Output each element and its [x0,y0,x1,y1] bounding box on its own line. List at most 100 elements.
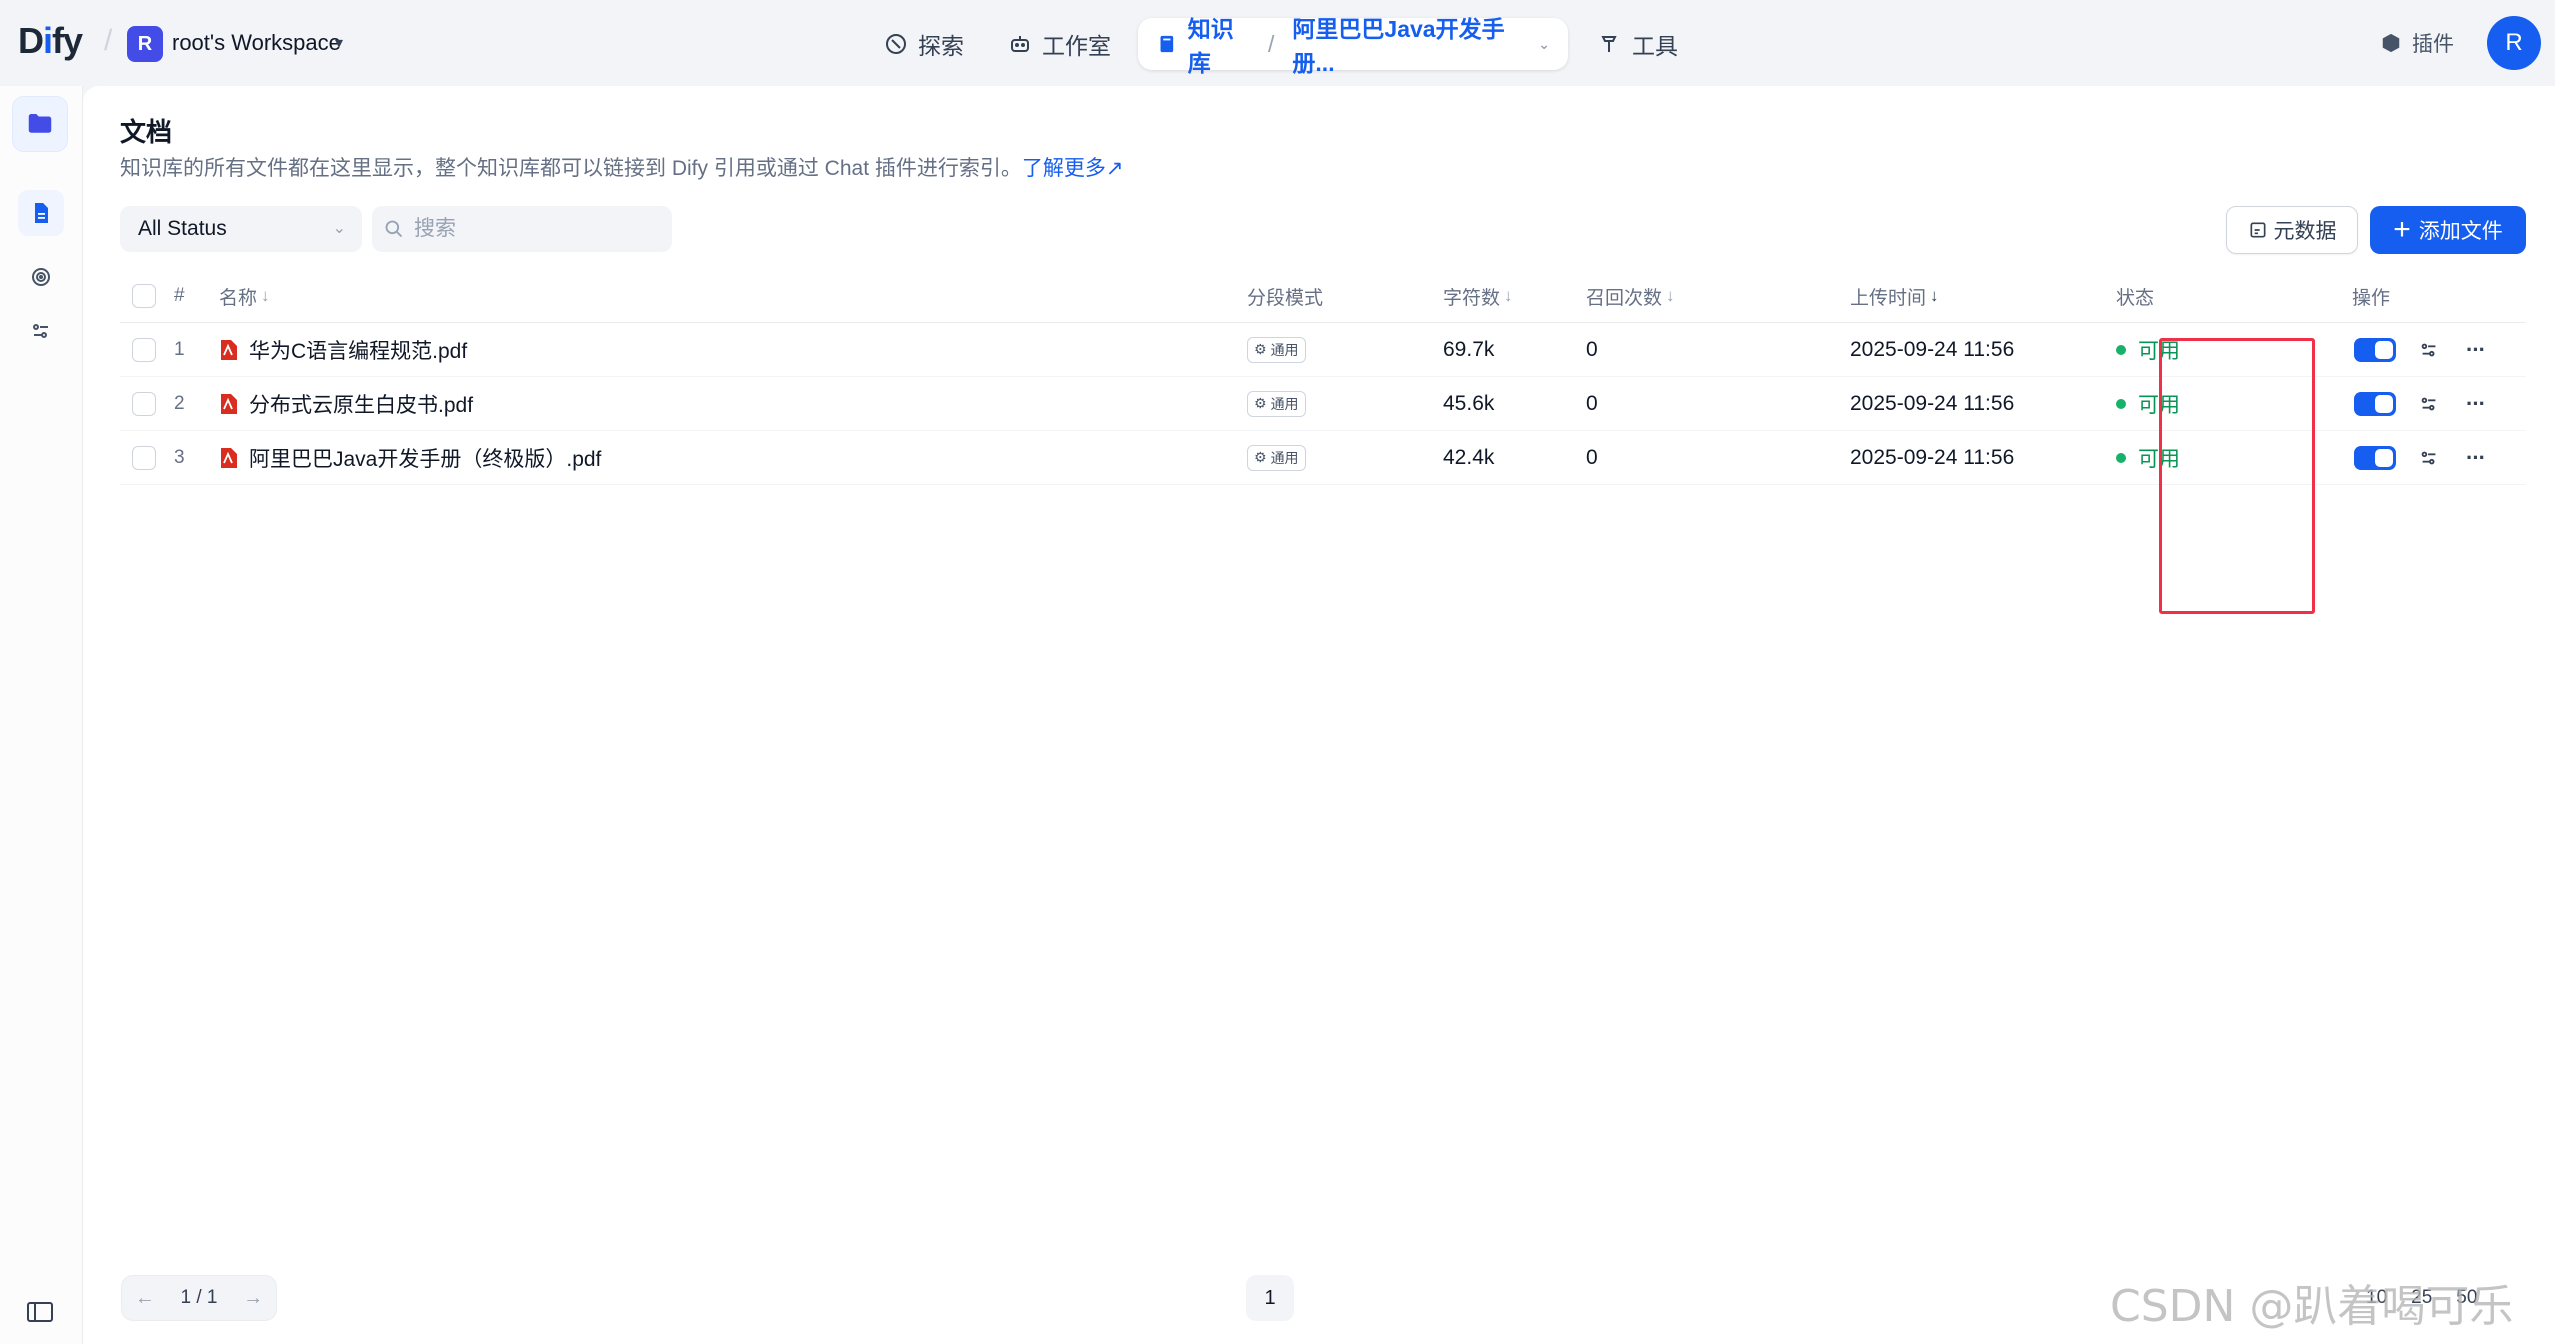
dataset-selector[interactable]: 阿里巴巴Java开发手册... [1292,10,1522,78]
search-icon [385,220,403,238]
add-file-button[interactable]: + 添加文件 [2370,206,2526,254]
status-filter-select[interactable]: All Status ⌄ [120,206,362,252]
col-index: # [174,285,185,306]
external-link-icon: ↗ [1105,157,1124,180]
nav-explore[interactable]: 探索 [884,22,964,66]
enable-toggle[interactable] [2354,391,2396,416]
more-options-icon[interactable]: ··· [2466,377,2486,430]
sidebar-item-hit-testing[interactable] [18,254,64,300]
search-input[interactable]: 搜索 [372,206,672,252]
document-name[interactable]: 阿里巴巴Java开发手册（终极版）.pdf [219,431,601,484]
settings-sliders-icon[interactable] [2418,339,2440,361]
next-page-arrow-icon[interactable]: → [243,1287,263,1310]
sort-arrow-icon: ↓ [1504,286,1513,305]
hit-count: 0 [1586,337,1598,361]
page-number-button[interactable]: 1 [1246,1275,1294,1321]
dify-logo[interactable]: Dify [18,20,83,62]
col-status: 状态 [2116,287,2155,309]
cube-icon [2382,33,2400,53]
nav-knowledge[interactable]: 知识库 / 阿里巴巴Java开发手册... ⌄ [1138,16,1568,76]
workspace-name[interactable]: root's Workspace [172,30,341,56]
status-dot-icon [2116,452,2126,463]
dataset-icon-tile[interactable] [12,96,68,152]
col-actions: 操作 [2352,287,2391,309]
pagination-control: ← 1 / 1 → [121,1275,277,1321]
learn-more-link[interactable]: 了解更多↗ [1022,157,1124,180]
chevron-down-icon: ⌄ [332,220,346,237]
select-all-checkbox[interactable] [132,284,156,308]
settings-sliders-icon[interactable] [2418,447,2440,469]
gear-icon: ⚙ [1254,341,1267,357]
target-icon [32,268,50,286]
row-checkbox[interactable] [132,445,156,470]
upload-time: 2025-09-24 11:56 [1850,391,2015,415]
more-options-icon[interactable]: ··· [2466,323,2486,376]
nav-studio[interactable]: 工作室 [1008,22,1111,66]
settings-sliders-icon [33,324,48,338]
status-dot-icon [2116,398,2126,409]
enable-toggle[interactable] [2354,337,2396,362]
document-name[interactable]: 华为C语言编程规范.pdf [219,323,467,376]
col-upload-time[interactable]: 上传时间 ↓ [1850,270,1939,322]
workspace-avatar[interactable]: R [127,26,163,62]
gear-icon: ⚙ [1254,449,1267,465]
sidebar-collapse-icon[interactable] [26,1300,54,1324]
top-bar: Dify / R root's Workspace ▾ 探索 工作室 知识库 /… [0,0,2555,86]
compass-icon [886,34,906,54]
page-title: 文档 [120,117,173,147]
row-index: 1 [174,338,185,360]
pdf-file-icon [221,393,237,414]
pdf-file-icon [221,339,237,360]
main-panel: 文档 知识库的所有文件都在这里显示，整个知识库都可以链接到 Dify 引用或通过… [83,86,2555,1344]
robot-icon [1011,36,1029,52]
chunk-mode-badge: ⚙ 通用 [1247,336,1306,363]
sort-arrow-icon: ↓ [1666,286,1675,305]
upload-time: 2025-09-24 11:56 [1850,445,2015,469]
sidebar-item-documents[interactable] [18,190,64,236]
pdf-file-icon [221,447,237,468]
document-icon [35,203,48,223]
chunk-mode-badge: ⚙ 通用 [1247,390,1306,417]
table-header: # 名称 ↓ 分段模式 字符数 ↓ 召回次数 ↓ 上传时间 ↓ 状态 操作 [120,270,2526,323]
sidebar [0,86,83,1344]
prev-page-arrow-icon[interactable]: ← [135,1287,155,1310]
row-checkbox[interactable] [132,337,156,362]
char-count: 69.7k [1443,337,1495,361]
settings-sliders-icon[interactable] [2418,393,2440,415]
status-dot-icon [2116,344,2126,355]
char-count: 42.4k [1443,445,1495,469]
user-avatar[interactable]: R [2487,16,2541,70]
folder-icon [28,114,52,133]
document-name[interactable]: 分布式云原生白皮书.pdf [219,377,473,430]
enable-toggle[interactable] [2354,445,2396,470]
more-options-icon[interactable]: ··· [2466,431,2486,484]
nav-tools[interactable]: 工具 [1598,22,1678,66]
sidebar-item-settings[interactable] [18,308,64,354]
metadata-button[interactable]: 元数据 [2226,206,2358,254]
col-chars[interactable]: 字符数 ↓ [1443,270,1513,322]
gear-icon: ⚙ [1254,395,1267,411]
row-index: 3 [174,446,185,468]
hit-count: 0 [1586,445,1598,469]
col-name[interactable]: 名称 ↓ [219,270,270,322]
sort-arrow-icon: ↓ [261,286,270,305]
sort-arrow-icon: ↓ [1930,286,1939,305]
hit-count: 0 [1586,391,1598,415]
col-mode: 分段模式 [1247,287,1324,309]
upload-time: 2025-09-24 11:56 [1850,337,2015,361]
chevron-down-icon[interactable]: ⌄ [1538,36,1550,53]
page-description: 知识库的所有文件都在这里显示，整个知识库都可以链接到 Dify 引用或通过 Ch… [120,157,1124,180]
chunk-mode-badge: ⚙ 通用 [1247,444,1306,471]
edit-metadata-icon [2250,222,2265,238]
watermark: CSDN @趴着喝可乐 [2110,1281,2514,1332]
plugins-link[interactable]: 插件 [2380,28,2454,58]
row-checkbox[interactable] [132,391,156,416]
status-column-highlight [2159,338,2315,614]
plus-icon: + [2393,213,2411,246]
book-icon [1160,35,1174,53]
chevron-down-icon[interactable]: ▾ [335,33,343,53]
hammer-icon [1601,36,1617,52]
char-count: 45.6k [1443,391,1495,415]
col-hits[interactable]: 召回次数 ↓ [1586,270,1675,322]
breadcrumb-divider: / [104,24,113,57]
